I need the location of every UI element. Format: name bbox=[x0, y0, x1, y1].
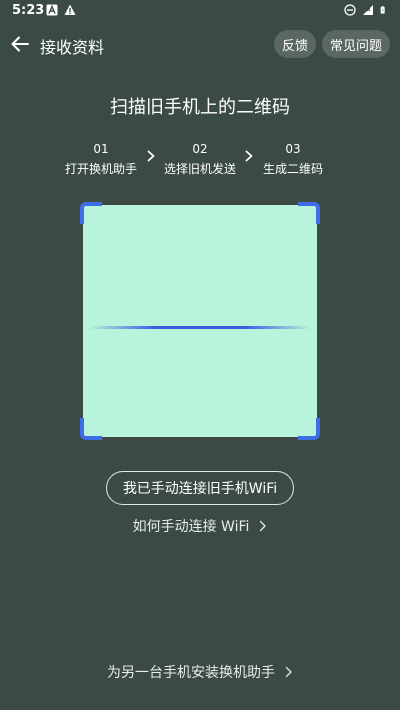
scan-line bbox=[89, 326, 311, 329]
receive-data-screen: 5:23 接收资料 反馈 常见问题 扫描旧手机上的二维码 01 打开换机助手 0… bbox=[0, 0, 400, 710]
manual-wifi-connected-button[interactable]: 我已手动连接旧手机WiFi bbox=[106, 471, 294, 505]
chevron-right-icon bbox=[245, 150, 253, 162]
app-header: 接收资料 反馈 常见问题 bbox=[0, 28, 400, 60]
a-notification-icon bbox=[46, 4, 58, 16]
arrow-left-icon bbox=[11, 36, 29, 52]
chevron-right-icon bbox=[285, 666, 292, 678]
step-2-label: 选择旧机发送 bbox=[163, 162, 236, 176]
scanner-corner-top-right bbox=[298, 202, 320, 224]
qr-scanner-viewfinder bbox=[80, 202, 320, 440]
step-1-label: 打开换机助手 bbox=[64, 162, 137, 176]
do-not-disturb-icon bbox=[344, 4, 356, 16]
faq-button[interactable]: 常见问题 bbox=[322, 30, 390, 58]
scanner-corner-bottom-right bbox=[298, 418, 320, 440]
scan-title: 扫描旧手机上的二维码 bbox=[110, 97, 290, 118]
battery-icon bbox=[380, 6, 385, 14]
status-bar: 5:23 bbox=[0, 0, 400, 24]
step-3-label: 生成二维码 bbox=[262, 162, 323, 176]
install-helper-label: 为另一台手机安装换机助手 bbox=[107, 665, 275, 681]
status-right-icons bbox=[344, 4, 388, 16]
warning-icon bbox=[64, 4, 76, 15]
chevron-right-icon bbox=[260, 520, 267, 532]
install-helper-link[interactable]: 为另一台手机安装换机助手 bbox=[0, 662, 400, 682]
step-3-number: 03 bbox=[285, 142, 301, 156]
how-to-connect-wifi-label: 如何手动连接 WiFi bbox=[132, 519, 250, 535]
step-2-number: 02 bbox=[192, 142, 208, 156]
step-3: 03 生成二维码 bbox=[256, 142, 330, 177]
steps-indicator: 01 打开换机助手 02 选择旧机发送 03 生成二维码 bbox=[0, 142, 400, 182]
feedback-button[interactable]: 反馈 bbox=[274, 30, 316, 58]
step-2: 02 选择旧机发送 bbox=[160, 142, 240, 177]
status-left-icons bbox=[46, 4, 76, 16]
status-time: 5:23 bbox=[12, 3, 45, 18]
scanner-corner-bottom-left bbox=[80, 418, 102, 440]
page-title: 接收资料 bbox=[40, 38, 105, 57]
signal-icon bbox=[363, 5, 373, 15]
step-1: 01 打开换机助手 bbox=[58, 142, 144, 177]
chevron-right-icon bbox=[147, 150, 155, 162]
back-button[interactable] bbox=[6, 30, 34, 58]
step-1-number: 01 bbox=[93, 142, 109, 156]
how-to-connect-wifi-link[interactable]: 如何手动连接 WiFi bbox=[0, 516, 400, 536]
camera-preview bbox=[83, 205, 317, 437]
scanner-corner-top-left bbox=[80, 202, 102, 224]
